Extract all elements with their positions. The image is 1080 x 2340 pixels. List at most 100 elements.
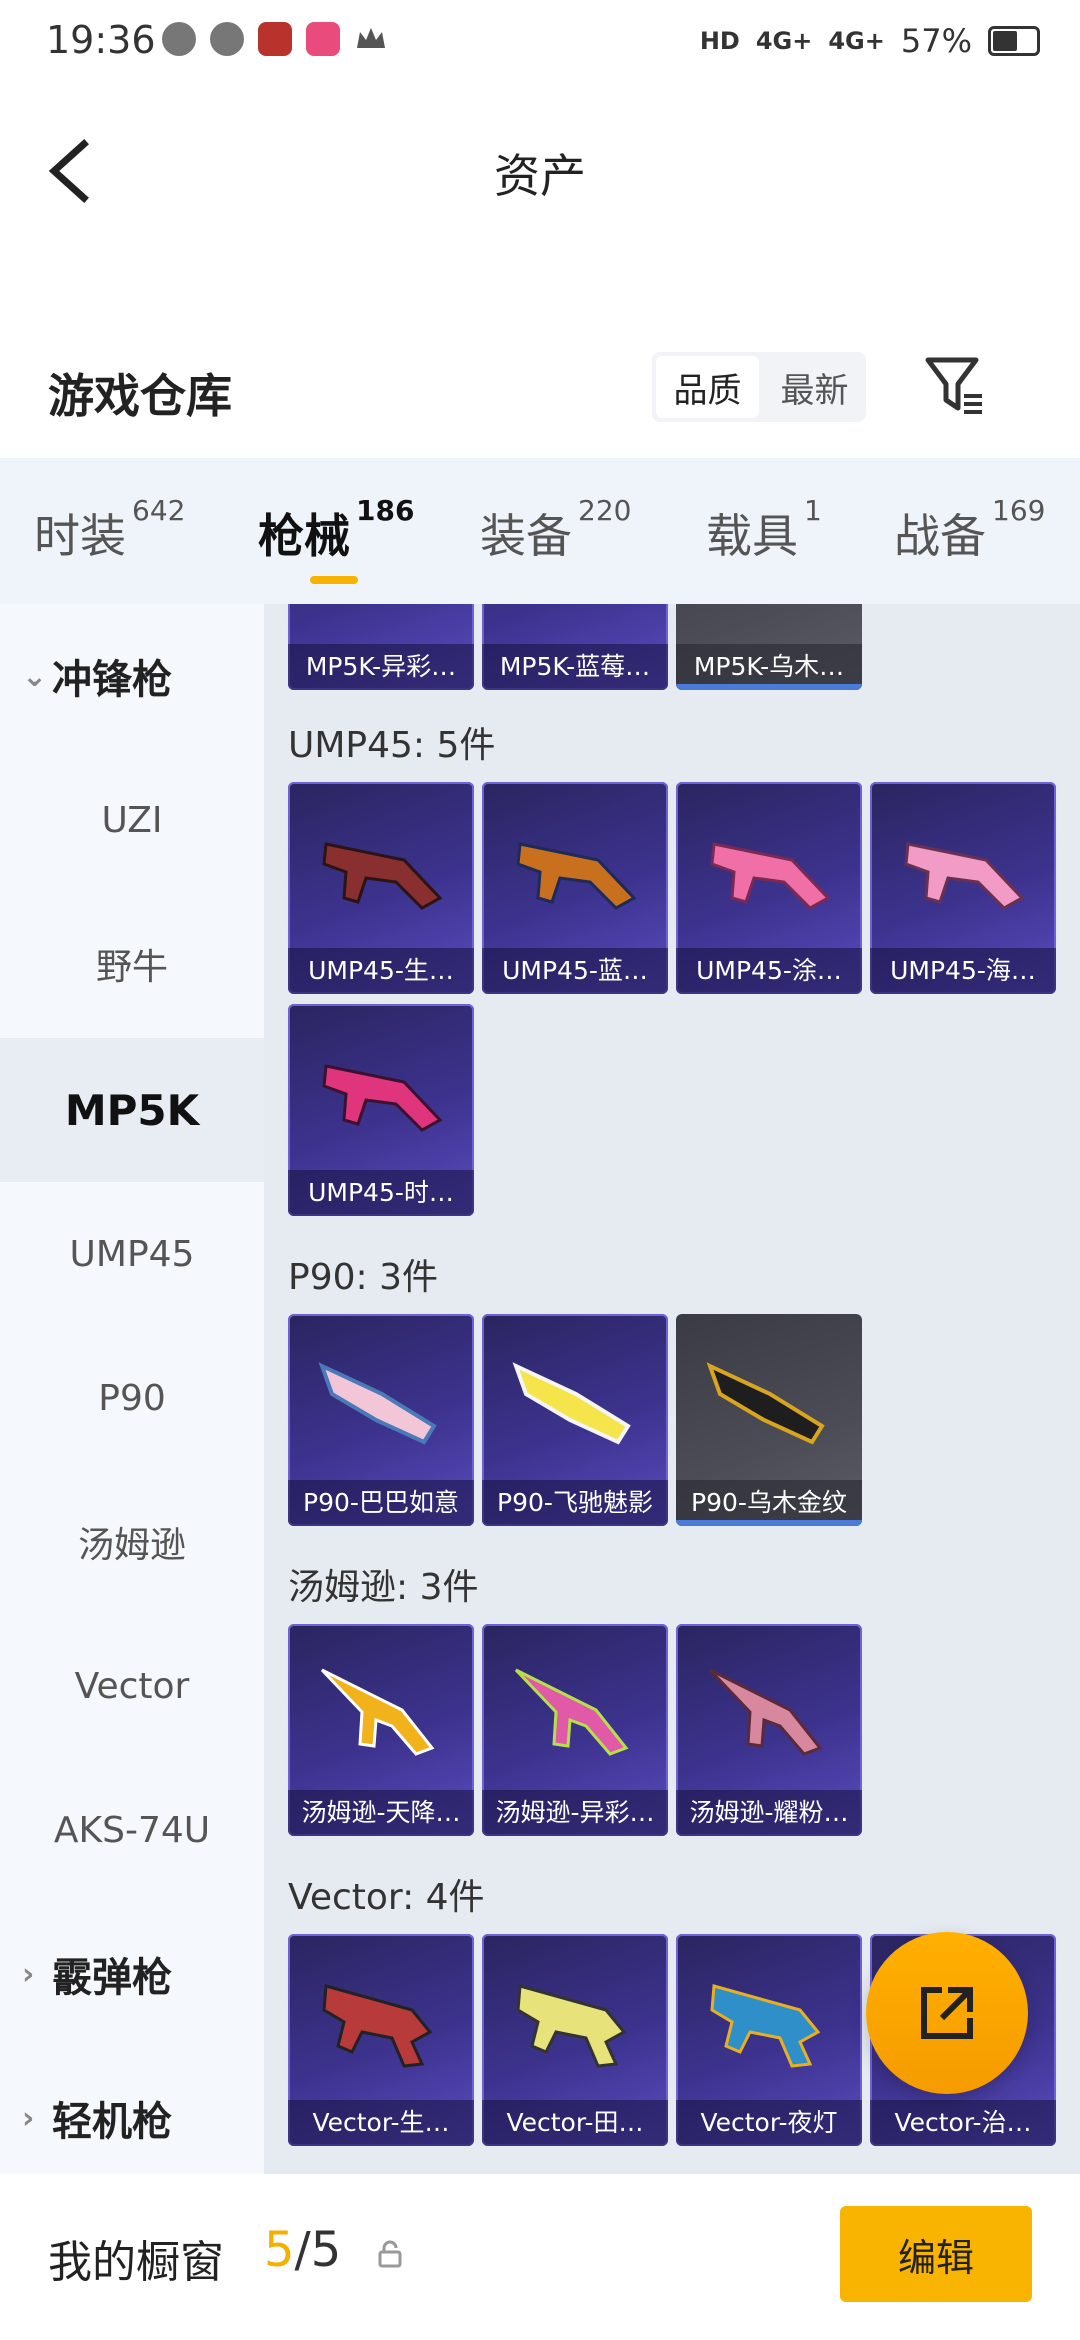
p90-gun-icon <box>512 1362 631 1445</box>
thompson-gun-icon <box>514 1668 629 1756</box>
sidebar-item-thompson[interactable]: 汤姆逊 <box>0 1470 264 1614</box>
sidebar-item-p90[interactable]: P90 <box>0 1326 264 1470</box>
item-name: Vector-生… <box>288 2100 474 2146</box>
battery-percent: 57% <box>900 22 972 60</box>
notification-icons <box>162 22 388 56</box>
item-name: P90-巴巴如意 <box>288 1480 474 1526</box>
item-name: 汤姆逊-异彩… <box>482 1790 668 1836</box>
bilibili-app-icon <box>306 22 340 56</box>
item-name: UMP45-生… <box>288 948 474 994</box>
item-name: P90-乌木金纹 <box>676 1480 862 1526</box>
item-card[interactable]: P90-飞驰魅影 <box>482 1314 668 1526</box>
item-name: Vector-田… <box>482 2100 668 2146</box>
edit-button[interactable]: 编辑 <box>840 2206 1032 2302</box>
signal-2-icon: 4G+ <box>828 27 885 55</box>
tab-fashion[interactable]: 时装 642 <box>34 494 185 566</box>
sidebar-item-ump45[interactable]: UMP45 <box>0 1182 264 1326</box>
status-right: HD 4G+ 4G+ 57% <box>700 22 1040 60</box>
sort-newest-button[interactable]: 最新 <box>763 352 866 422</box>
share-icon <box>921 1987 973 2039</box>
vector-gun-icon <box>710 1984 821 2068</box>
title-bar: 资产 <box>0 110 1080 230</box>
vector-gun-icon <box>516 1984 627 2068</box>
tab-guns[interactable]: 枪械 186 <box>258 494 414 584</box>
item-name: UMP45-海… <box>870 948 1056 994</box>
app-notification-icon <box>162 22 196 56</box>
filter-icon[interactable] <box>924 354 984 420</box>
showcase-bar: 我的橱窗 5/5 编辑 <box>0 2174 1080 2340</box>
item-card[interactable]: UMP45-生… <box>288 782 474 994</box>
sidebar-item-vector[interactable]: Vector <box>0 1614 264 1758</box>
status-time: 19:36 <box>46 18 156 62</box>
p90-gun-icon <box>706 1362 825 1445</box>
item-name: 汤姆逊-耀粉… <box>676 1790 862 1836</box>
item-card[interactable]: P90-乌木金纹 <box>676 1314 862 1526</box>
showcase-count: 5/5 <box>264 2222 342 2278</box>
vector-gun-icon <box>322 1984 433 2068</box>
item-card[interactable]: UMP45-涂… <box>676 782 862 994</box>
group-title-p90: P90: 3件 <box>288 1257 438 1298</box>
ump45-gun-icon <box>322 842 443 910</box>
weapon-sidebar: ⌄ 冲锋枪 UZI 野牛 MP5K UMP45 P90 汤姆逊 Vector AK… <box>0 604 264 2174</box>
item-card[interactable]: 汤姆逊-耀粉… <box>676 1624 862 1836</box>
thompson-gun-icon <box>320 1668 435 1756</box>
warehouse-title: 游戏仓库 <box>48 369 232 423</box>
item-card[interactable]: UMP45-蓝… <box>482 782 668 994</box>
item-name: UMP45-涂… <box>676 948 862 994</box>
crown-icon <box>354 22 388 56</box>
status-bar: 19:36 HD 4G+ 4G+ 57% <box>0 0 1080 90</box>
sort-quality-button[interactable]: 品质 <box>656 356 759 418</box>
lock-icon <box>376 2240 404 2268</box>
sidebar-category-lmg[interactable]: › 轻机枪 <box>0 2046 264 2190</box>
category-tabs: 时装 642 枪械 186 装备 220 载具 1 战备 169 <box>0 458 1080 608</box>
sidebar-item-uzi[interactable]: UZI <box>0 748 264 892</box>
ump45-gun-icon <box>322 1064 443 1132</box>
item-card[interactable]: MP5K-异彩… <box>288 604 474 690</box>
hd-indicator: HD <box>699 27 740 55</box>
battery-icon <box>988 26 1040 56</box>
item-name: MP5K-乌木… <box>676 644 862 690</box>
chevron-right-icon: › <box>22 1956 35 1992</box>
item-card[interactable]: Vector-夜灯 <box>676 1934 862 2146</box>
item-card[interactable]: MP5K-蓝莓… <box>482 604 668 690</box>
group-title-thompson: 汤姆逊: 3件 <box>288 1567 479 1608</box>
game-app-icon <box>258 22 292 56</box>
item-name: MP5K-蓝莓… <box>482 644 668 690</box>
chevron-right-icon: › <box>22 2100 35 2136</box>
ump45-gun-icon <box>710 842 831 910</box>
item-name: P90-飞驰魅影 <box>482 1480 668 1526</box>
sort-toggle: 品质 最新 <box>652 352 866 422</box>
sidebar-category-shotgun[interactable]: › 霰弹枪 <box>0 1902 264 2046</box>
wechat-icon <box>210 22 244 56</box>
page-title: 资产 <box>494 149 586 203</box>
item-card[interactable]: Vector-生… <box>288 1934 474 2146</box>
signal-1-icon: 4G+ <box>755 27 813 55</box>
p90-gun-icon <box>318 1362 437 1445</box>
ump45-gun-icon <box>904 842 1025 910</box>
item-card[interactable]: 汤姆逊-天降… <box>288 1624 474 1836</box>
ump45-gun-icon <box>516 842 637 910</box>
group-title-ump45: UMP45: 5件 <box>288 725 496 766</box>
item-name: UMP45-时… <box>288 1170 474 1216</box>
showcase-label: 我的橱窗 <box>48 2237 224 2288</box>
chevron-down-icon: ⌄ <box>22 658 48 694</box>
item-card[interactable]: UMP45-海… <box>870 782 1056 994</box>
tab-equipment[interactable]: 装备 220 <box>480 494 631 566</box>
item-card[interactable]: 汤姆逊-异彩… <box>482 1624 668 1836</box>
tab-vehicles[interactable]: 载具 1 <box>706 494 822 566</box>
group-title-vector: Vector: 4件 <box>288 1877 485 1918</box>
sidebar-item-aks74u[interactable]: AKS-74U <box>0 1758 264 1902</box>
item-card[interactable]: P90-巴巴如意 <box>288 1314 474 1526</box>
item-card[interactable]: MP5K-乌木… <box>676 604 862 690</box>
item-name: 汤姆逊-天降… <box>288 1790 474 1836</box>
sidebar-category-smg[interactable]: ⌄ 冲锋枪 <box>0 604 264 748</box>
item-name: Vector-夜灯 <box>676 2100 862 2146</box>
item-card[interactable]: Vector-田… <box>482 1934 668 2146</box>
item-card[interactable]: UMP45-时… <box>288 1004 474 1216</box>
item-name: UMP45-蓝… <box>482 948 668 994</box>
sidebar-item-bizon[interactable]: 野牛 <box>0 892 264 1036</box>
sidebar-item-mp5k[interactable]: MP5K <box>0 1038 264 1182</box>
item-name: Vector-治… <box>870 2100 1056 2146</box>
share-button[interactable] <box>866 1932 1028 2094</box>
tab-supplies[interactable]: 战备 169 <box>894 494 1045 566</box>
